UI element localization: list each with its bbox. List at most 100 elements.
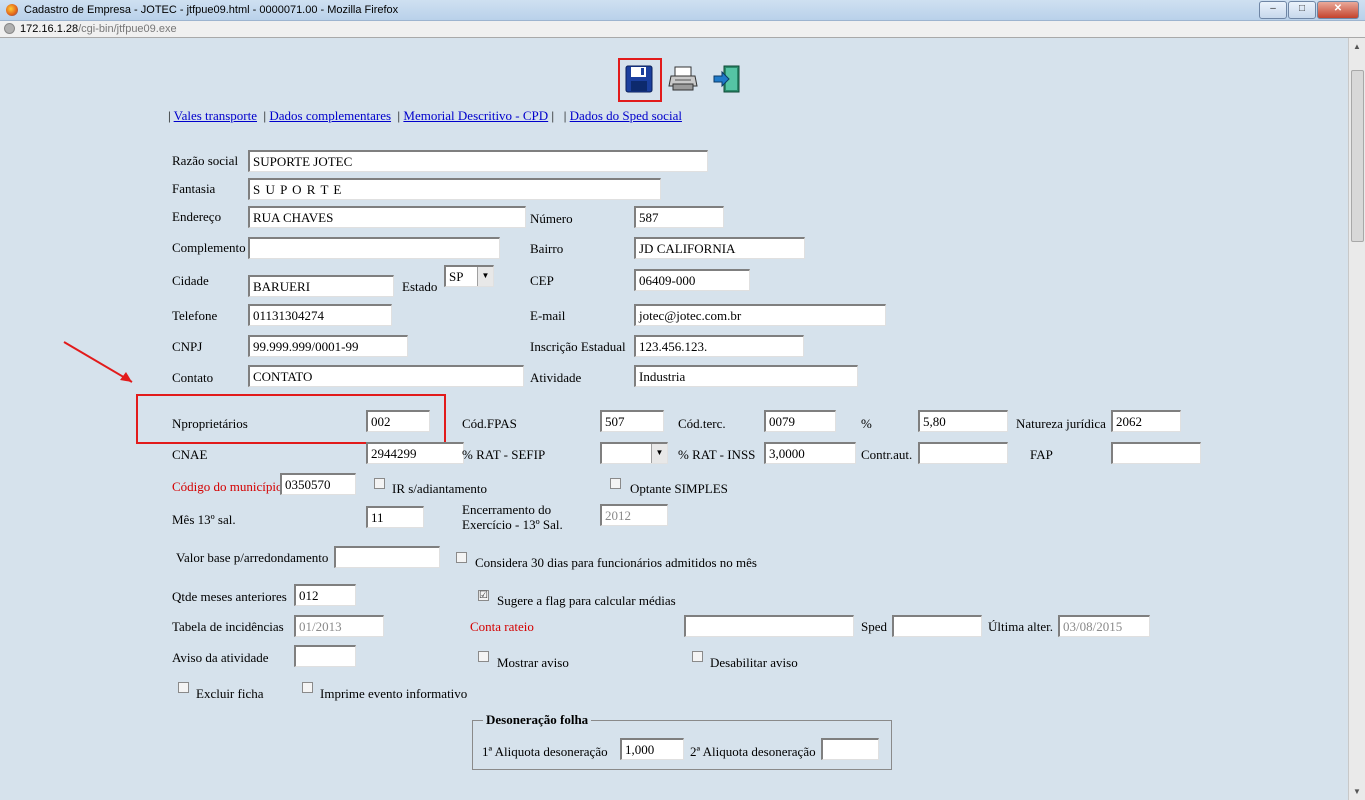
cidade-label: Cidade <box>172 273 209 288</box>
rat-sefip-label: % RAT - SEFIP <box>462 447 546 462</box>
bairro-label: Bairro <box>530 241 564 256</box>
sugere-flag-label: Sugere a flag para calcular médias <box>497 593 676 608</box>
vertical-scrollbar[interactable]: ▲ ▼ <box>1348 38 1365 800</box>
window-title: Cadastro de Empresa - JOTEC - jtfpue09.h… <box>24 4 399 16</box>
close-button[interactable]: ✕ <box>1317 1 1359 19</box>
mostrar-aviso-checkbox[interactable] <box>478 651 489 662</box>
minimize-button[interactable]: – <box>1259 1 1287 19</box>
cod-terc-input[interactable]: 0079 <box>764 410 836 432</box>
considera-30-dias-checkbox[interactable] <box>456 552 467 563</box>
numero-label: Número <box>530 211 573 226</box>
cod-fpas-label: Cód.FPAS <box>462 416 517 431</box>
cnae-label: CNAE <box>172 447 208 462</box>
email-label: E-mail <box>530 308 566 323</box>
natureza-juridica-input[interactable]: 2062 <box>1111 410 1181 432</box>
telefone-input[interactable]: 01131304274 <box>248 304 392 326</box>
scroll-down-icon[interactable]: ▼ <box>1353 787 1361 796</box>
url-text[interactable]: 172.16.1.28/cgi-bin/jtfpue09.exe <box>20 23 177 35</box>
fantasia-label: Fantasia <box>172 181 216 196</box>
ir-adiantamento-label: IR s/adiantamento <box>392 481 487 496</box>
cep-label: CEP <box>530 273 554 288</box>
scroll-up-icon[interactable]: ▲ <box>1353 42 1361 51</box>
numero-input[interactable]: 587 <box>634 206 724 228</box>
desabilitar-aviso-checkbox[interactable] <box>692 651 703 662</box>
codigo-municipio-label: Código do município <box>172 479 283 494</box>
nproprietarios-label: Nproprietários <box>172 416 248 431</box>
fap-input[interactable] <box>1111 442 1201 464</box>
ir-adiantamento-checkbox[interactable] <box>374 478 385 489</box>
link-dados-sped-social[interactable]: Dados do Sped social <box>570 108 682 123</box>
percent-input[interactable]: 5,80 <box>918 410 1008 432</box>
link-vales-transporte[interactable]: Vales transporte <box>174 108 257 123</box>
nproprietarios-input[interactable]: 002 <box>366 410 430 432</box>
sugere-flag-checkbox[interactable]: ☑ <box>478 590 489 601</box>
mes-13-input[interactable]: 11 <box>366 506 424 528</box>
contr-aut-label: Contr.aut. <box>861 447 913 462</box>
link-memorial-descritivo[interactable]: Memorial Descritivo - CPD <box>403 108 548 123</box>
imprime-evento-label: Imprime evento informativo <box>320 686 468 701</box>
complemento-label: Complemento <box>172 240 246 255</box>
address-bar[interactable]: 172.16.1.28/cgi-bin/jtfpue09.exe <box>0 21 1365 38</box>
complemento-input[interactable] <box>248 237 500 259</box>
desoneracao-legend: Desoneração folha <box>486 712 589 727</box>
imprime-evento-checkbox[interactable] <box>302 682 313 693</box>
chevron-down-icon[interactable]: ▼ <box>477 267 493 286</box>
cnpj-label: CNPJ <box>172 339 203 354</box>
tabela-incidencias-input[interactable]: 01/2013 <box>294 615 384 637</box>
link-dados-complementares[interactable]: Dados complementares <box>269 108 391 123</box>
natureza-juridica-label: Natureza jurídica <box>1016 416 1106 431</box>
contato-input[interactable]: CONTATO <box>248 365 524 387</box>
aviso-atividade-label: Aviso da atividade <box>172 650 269 665</box>
codigo-municipio-input[interactable]: 0350570 <box>280 473 356 495</box>
razao-social-label: Razão social <box>172 153 239 168</box>
estado-select[interactable]: SP ▼ <box>444 265 494 287</box>
sped-input[interactable] <box>892 615 982 637</box>
rat-inss-label: % RAT - INSS <box>678 447 756 462</box>
exit-door-icon[interactable] <box>712 64 742 94</box>
inscricao-estadual-input[interactable]: 123.456.123. <box>634 335 804 357</box>
printer-icon[interactable] <box>668 66 698 92</box>
chevron-down-icon[interactable]: ▼ <box>651 444 667 463</box>
bairro-input[interactable]: JD CALIFORNIA <box>634 237 805 259</box>
endereco-label: Endereço <box>172 209 222 224</box>
rat-inss-input[interactable]: 3,0000 <box>764 442 856 464</box>
save-icon[interactable] <box>625 65 653 93</box>
estado-label: Estado <box>402 279 438 294</box>
cod-fpas-input[interactable]: 507 <box>600 410 664 432</box>
excluir-ficha-checkbox[interactable] <box>178 682 189 693</box>
desabilitar-aviso-label: Desabilitar aviso <box>710 655 798 670</box>
valor-base-input[interactable] <box>334 546 440 568</box>
aliquota2-input[interactable] <box>821 738 879 760</box>
cnae-input[interactable]: 2944299 <box>366 442 464 464</box>
rat-sefip-select[interactable]: ▼ <box>600 442 668 464</box>
telefone-label: Telefone <box>172 308 218 323</box>
scrollbar-thumb[interactable] <box>1351 70 1364 242</box>
optante-simples-checkbox[interactable] <box>610 478 621 489</box>
maximize-button[interactable]: □ <box>1288 1 1316 19</box>
window-titlebar: Cadastro de Empresa - JOTEC - jtfpue09.h… <box>0 0 1365 21</box>
contato-label: Contato <box>172 370 214 385</box>
cep-input[interactable]: 06409-000 <box>634 269 750 291</box>
percent-label: % <box>861 416 872 431</box>
atividade-input[interactable]: Industria <box>634 365 858 387</box>
valor-base-label: Valor base p/arredondamento <box>176 550 329 565</box>
excluir-ficha-label: Excluir ficha <box>196 686 264 701</box>
page-content: | Vales transporte | Dados complementare… <box>8 38 1349 796</box>
fap-label: FAP <box>1030 447 1053 462</box>
endereco-input[interactable]: RUA CHAVES <box>248 206 526 228</box>
aviso-atividade-input[interactable] <box>294 645 356 667</box>
qtde-meses-input[interactable]: 012 <box>294 584 356 606</box>
conta-rateio-label: Conta rateio <box>470 619 534 634</box>
fantasia-input[interactable]: S U P O R T E <box>248 178 661 200</box>
globe-icon <box>4 23 15 34</box>
cnpj-input[interactable]: 99.999.999/0001-99 <box>248 335 408 357</box>
cidade-input[interactable]: BARUERI <box>248 275 394 297</box>
contr-aut-input[interactable] <box>918 442 1008 464</box>
aliquota1-input[interactable]: 1,000 <box>620 738 684 760</box>
conta-rateio-input[interactable] <box>684 615 854 637</box>
razao-social-input[interactable]: SUPORTE JOTEC <box>248 150 708 172</box>
encerramento-input[interactable]: 2012 <box>600 504 668 526</box>
tabela-incidencias-label: Tabela de incidências <box>172 619 284 634</box>
email-input[interactable]: jotec@jotec.com.br <box>634 304 886 326</box>
ultima-alter-input[interactable]: 03/08/2015 <box>1058 615 1150 637</box>
